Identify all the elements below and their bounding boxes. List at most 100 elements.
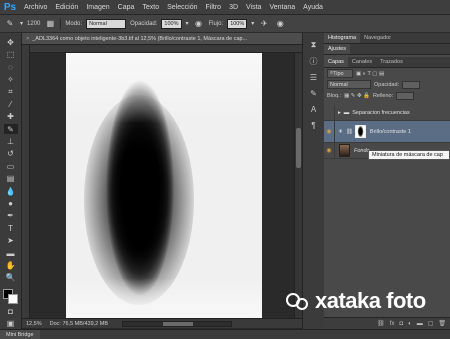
quick-select-tool-icon[interactable]: ✧ (4, 74, 18, 84)
history-icon[interactable]: ⧗ (308, 39, 320, 51)
info-icon[interactable]: ⓘ (308, 55, 320, 67)
eye-icon[interactable]: ◉ (324, 120, 335, 143)
eraser-tool-icon[interactable]: ▭ (4, 161, 18, 171)
layer-mask-thumbnail[interactable] (354, 125, 366, 138)
paragraph-icon[interactable]: ¶ (308, 119, 320, 131)
link-icon[interactable]: ⛓ (346, 129, 353, 135)
layers-tabs: Capas Canales Trazados (324, 57, 450, 68)
flow-field[interactable]: 100% (227, 18, 248, 29)
history-brush-tool-icon[interactable]: ↺ (4, 149, 18, 159)
brush-size[interactable]: 1200 (27, 21, 40, 27)
canvas-fade-bottom (66, 278, 262, 318)
airbrush-icon[interactable]: ✈ (258, 18, 270, 30)
menu-seleccion[interactable]: Selección (163, 4, 201, 11)
hand-tool-icon[interactable]: ✋ (4, 260, 18, 270)
character-icon[interactable]: A (308, 103, 320, 115)
adjustments-tabs: Ajustes (324, 44, 450, 55)
brush-panel-icon[interactable]: ▦ (44, 18, 56, 30)
marquee-tool-icon[interactable]: ⬚ (4, 49, 18, 59)
lasso-tool-icon[interactable]: ◌ (4, 62, 18, 72)
brightness-contrast-icon: ☀ (338, 128, 343, 135)
opacity-field[interactable] (402, 80, 421, 89)
menu-vista[interactable]: Vista (242, 4, 265, 11)
color-swatches[interactable] (3, 289, 18, 305)
pressure-size-icon[interactable]: ◉ (274, 18, 286, 30)
shape-tool-icon[interactable]: ▬ (4, 248, 18, 258)
flow-dropdown[interactable]: ▾ (251, 20, 254, 27)
menu-filtro[interactable]: Filtro (202, 4, 226, 11)
close-icon[interactable]: × (26, 36, 29, 42)
menu-edicion[interactable]: Edición (51, 4, 82, 11)
filter-icons[interactable]: ▣ ◐ T ▢ ▤ (356, 71, 384, 77)
visibility-toggle[interactable] (324, 104, 335, 121)
layer-kind-filter[interactable]: ⌕ Tipo (327, 69, 353, 78)
tab-ajustes[interactable]: Ajustes (324, 44, 351, 54)
layer-thumbnail[interactable] (339, 144, 350, 157)
screen-mode-icon[interactable]: ▣ (4, 319, 18, 329)
link-layers-icon[interactable]: ⛓ (377, 320, 385, 327)
scroll-thumb[interactable] (296, 128, 301, 168)
chevron-right-icon[interactable]: ▸ (338, 110, 341, 116)
tab-trazados[interactable]: Trazados (376, 57, 407, 67)
menu-ventana[interactable]: Ventana (265, 4, 299, 11)
properties-icon[interactable]: ☰ (308, 71, 320, 83)
new-layer-icon[interactable]: ▢ (428, 320, 434, 327)
brush-tool-icon[interactable]: ✎ (3, 123, 18, 135)
scroll-thumb[interactable] (163, 321, 193, 326)
tooltip: Miniatura de máscara de cap (368, 150, 450, 160)
separator (60, 17, 62, 30)
add-mask-icon[interactable]: ◘ (399, 321, 403, 327)
gradient-tool-icon[interactable]: ▤ (4, 173, 18, 183)
layer-group[interactable]: ▸ ▬ Separacion frecuencias (324, 104, 450, 121)
tab-capas[interactable]: Capas (324, 57, 348, 67)
lock-icons[interactable]: ▦ ✎ ✥ 🔒 (344, 93, 370, 99)
fill-field[interactable] (396, 91, 415, 100)
zoom-level[interactable]: 12,5% (26, 321, 42, 327)
new-group-icon[interactable]: ▬ (417, 321, 423, 327)
brush-presets-icon[interactable]: ✎ (308, 87, 320, 99)
blur-tool-icon[interactable]: 💧 (4, 186, 18, 196)
document-tab[interactable]: × _ADL3364 como objeto inteligente-3b3.t… (22, 33, 302, 45)
pressure-opacity-icon[interactable]: ◉ (193, 18, 205, 30)
background-color[interactable] (8, 294, 18, 305)
zoom-tool-icon[interactable]: 🔍 (4, 273, 18, 283)
move-tool-icon[interactable]: ✥ (4, 37, 18, 47)
tab-histograma[interactable]: Histograma (324, 33, 361, 43)
menu-archivo[interactable]: Archivo (20, 4, 51, 11)
layer-adjustment[interactable]: ◉ ☀ ⛓ Brillo/contraste 1 (324, 120, 450, 143)
mode-select[interactable]: Normal (86, 18, 127, 29)
tab-canales[interactable]: Canales (348, 57, 376, 67)
opacity-dropdown[interactable]: ▾ (186, 20, 189, 27)
flow-label: Flujo: (208, 20, 224, 27)
brush-tool-icon[interactable]: ✎ (4, 18, 16, 30)
layer-style-icon[interactable]: fx (390, 321, 395, 327)
menu-bar: Ps Archivo Edición Imagen Capa Texto Sel… (0, 0, 450, 15)
blend-mode-select[interactable]: Normal (327, 80, 371, 89)
pen-tool-icon[interactable]: ✒ (4, 211, 18, 221)
image-canvas[interactable] (66, 53, 262, 318)
menu-texto[interactable]: Texto (138, 4, 163, 11)
horizontal-scrollbar[interactable] (122, 320, 232, 327)
menu-capa[interactable]: Capa (114, 4, 139, 11)
tab-navegador[interactable]: Navegador (360, 33, 395, 43)
vertical-scrollbar[interactable] (294, 53, 302, 318)
trash-icon[interactable]: 🗑 (438, 320, 446, 327)
canvas-area[interactable] (30, 53, 294, 318)
crop-tool-icon[interactable]: ⌗ (4, 87, 18, 97)
path-selection-tool-icon[interactable]: ➤ (4, 236, 18, 246)
opacity-field[interactable]: 100% (161, 18, 182, 29)
menu-imagen[interactable]: Imagen (82, 4, 113, 11)
eyedropper-tool-icon[interactable]: ⁄ (4, 99, 18, 109)
clone-stamp-tool-icon[interactable]: ⊥ (4, 136, 18, 146)
mini-bridge-tab[interactable]: Mini Bridge (0, 329, 40, 339)
panel-dock: ⧗ ⓘ ☰ ✎ A ¶ (302, 33, 324, 329)
type-tool-icon[interactable]: T (4, 223, 18, 233)
dodge-tool-icon[interactable]: ● (4, 198, 18, 208)
quick-mask-icon[interactable]: ◘ (4, 306, 18, 316)
healing-brush-tool-icon[interactable]: ✚ (4, 111, 18, 121)
brush-preset-picker[interactable]: ▾ (20, 20, 23, 27)
adjustment-layer-icon[interactable]: ◐ (408, 321, 412, 327)
eye-icon[interactable]: ◉ (324, 142, 335, 159)
menu-3d[interactable]: 3D (225, 4, 242, 11)
menu-ayuda[interactable]: Ayuda (299, 4, 327, 11)
